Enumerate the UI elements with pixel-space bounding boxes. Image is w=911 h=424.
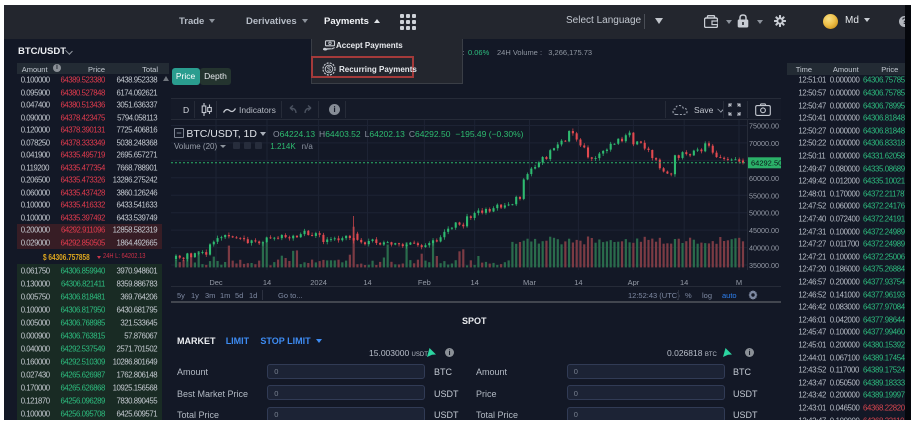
svg-text:35000.00: 35000.00	[749, 261, 779, 270]
svg-text:64292.50: 64292.50	[751, 158, 781, 167]
svg-text:50000.00: 50000.00	[749, 208, 779, 217]
svg-text:75000.00: 75000.00	[749, 121, 779, 130]
svg-text:55000.00: 55000.00	[749, 191, 779, 200]
svg-text:45000.00: 45000.00	[749, 226, 779, 235]
svg-text:60000.00: 60000.00	[749, 173, 779, 182]
svg-text:70000.00: 70000.00	[749, 138, 779, 147]
svg-text:40000.00: 40000.00	[749, 243, 779, 252]
svg-text:$: $	[327, 66, 331, 73]
